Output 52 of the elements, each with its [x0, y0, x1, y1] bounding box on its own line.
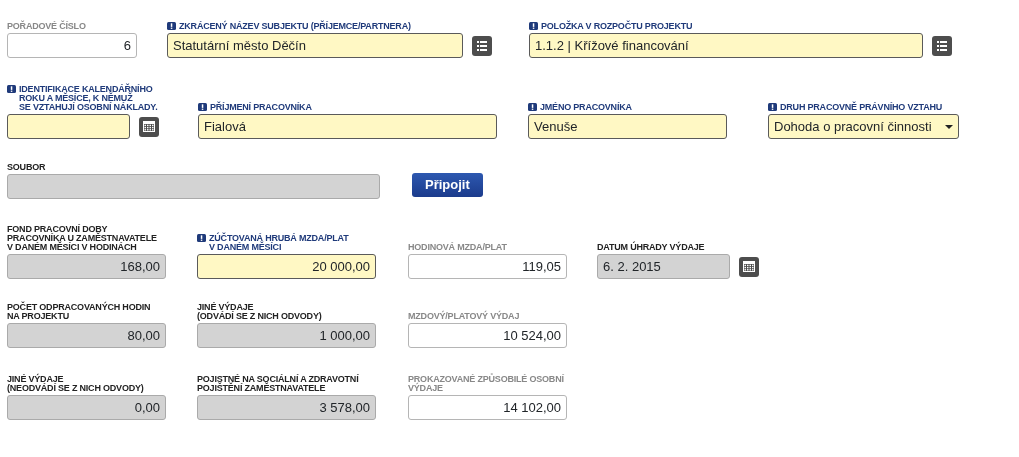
field-label: PŘÍJMENÍ PRACOVNÍKA [210, 103, 312, 112]
field-label: ZÚČTOVANÁ HRUBÁ MZDA/PLAT V DANÉM MĚSÍCI [209, 234, 349, 252]
input-field[interactable]: 3 578,00 [197, 395, 376, 420]
list-button[interactable] [472, 35, 492, 56]
field-label: JINÉ VÝDAJE (ODVÁDÍ SE Z NICH ODVODY) [197, 303, 322, 321]
field-label: HODINOVÁ MZDA/PLAT [408, 243, 507, 252]
calendar-button[interactable] [739, 256, 759, 277]
input-field[interactable] [7, 114, 130, 139]
field-label: POJISTNÉ NA SOCIÁLNÍ A ZDRAVOTNÍ POJIŠTĚNÍ ZAMĚSTNAVATELE [197, 375, 359, 393]
field-label: POŘADOVÉ ČÍSLO [7, 22, 86, 31]
field-label: FOND PRACOVNÍ DOBY PRACOVNÍKA U ZAMĚSTNAVATELE V DANÉM MĚSÍCI V HODINÁCH [7, 225, 157, 252]
field-label: MZDOVÝ/PLATOVÝ VÝDAJ [408, 312, 520, 321]
input-field[interactable]: 0,00 [7, 395, 166, 420]
field-label: SOUBOR [7, 163, 46, 172]
list-icon [937, 40, 947, 51]
field-label: POLOŽKA V ROZPOČTU PROJEKTU [541, 22, 693, 31]
input-field[interactable]: 10 524,00 [408, 323, 567, 348]
field-label: JMÉNO PRACOVNÍKA [540, 103, 632, 112]
field-label: DRUH PRACOVNĚ PRÁVNÍHO VZTAHU [780, 103, 943, 112]
field-label: JINÉ VÝDAJE (NEODVÁDÍ SE Z NICH ODVODY) [7, 375, 144, 393]
input-field[interactable]: 20 000,00 [197, 254, 376, 279]
field-label: POČET ODPRACOVANÝCH HODIN NA PROJEKTU [7, 303, 151, 321]
list-button[interactable] [932, 35, 952, 56]
input-field[interactable]: 6 [7, 33, 137, 58]
input-field[interactable]: 80,00 [7, 323, 166, 348]
input-field[interactable]: Venuše [528, 114, 727, 139]
input-field[interactable]: 1.1.2 | Křížové financování [529, 33, 923, 58]
required-icon [7, 85, 16, 93]
input-field[interactable]: Statutární město Děčín [167, 33, 463, 58]
list-icon [477, 40, 487, 51]
field-label: PROKAZOVANÉ ZPŮSOBILÉ OSOBNÍ VÝDAJE [408, 375, 564, 393]
required-icon [167, 22, 176, 30]
field-label: DATUM ÚHRADY VÝDAJE [597, 243, 705, 252]
input-field[interactable]: 6. 2. 2015 [597, 254, 730, 279]
calendar-button[interactable] [139, 116, 159, 137]
field-label: ZKRÁCENÝ NÁZEV SUBJEKTU (PŘÍJEMCE/PARTNERA) [179, 22, 411, 31]
input-field[interactable]: 119,05 [408, 254, 567, 279]
required-icon [198, 103, 207, 111]
calendar-icon [143, 121, 155, 132]
required-icon [529, 22, 538, 30]
required-icon [197, 234, 206, 242]
calendar-icon [743, 261, 755, 272]
required-icon [528, 103, 537, 111]
input-field[interactable]: 168,00 [7, 254, 166, 279]
attach-button[interactable]: Připojit [412, 173, 483, 197]
input-field[interactable]: Fialová [198, 114, 497, 139]
input-field[interactable]: 1 000,00 [197, 323, 376, 348]
required-icon [768, 103, 777, 111]
select-field[interactable]: Dohoda o pracovní činnosti [768, 114, 959, 139]
input-field[interactable] [7, 174, 380, 199]
field-label: IDENTIFIKACE KALENDÁŘNÍHO ROKU A MĚSÍCE, K NĚMUŽ SE VZTAHUJÍ OSOBNÍ NÁKLADY. [19, 85, 158, 112]
input-field[interactable]: 14 102,00 [408, 395, 567, 420]
